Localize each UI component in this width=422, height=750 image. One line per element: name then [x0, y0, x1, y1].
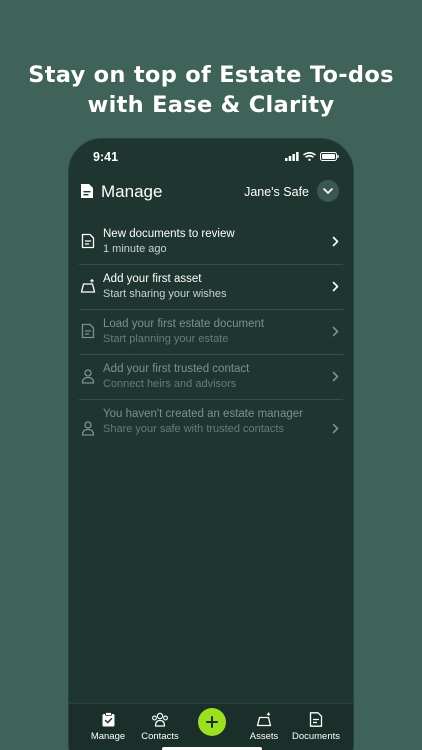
status-time: 9:41: [93, 150, 119, 164]
manage-document-icon: [80, 183, 94, 204]
asset-icon: [80, 279, 96, 293]
todo-subtitle: 1 minute ago: [103, 243, 167, 255]
headline: Stay on top of Estate To-dos with Ease &…: [0, 60, 422, 120]
document-icon: [309, 711, 323, 727]
todo-item-add-asset[interactable]: Add your first asset Start sharing your …: [79, 265, 343, 310]
todo-title: Load your first estate document: [103, 318, 265, 330]
plus-icon: [206, 716, 218, 728]
safe-selector-label[interactable]: Jane's Safe: [244, 185, 309, 199]
add-button[interactable]: [198, 708, 226, 736]
tab-contacts-label: Contacts: [141, 731, 179, 742]
tab-documents[interactable]: Documents: [288, 710, 344, 742]
asset-icon: [256, 712, 272, 726]
tab-assets-label: Assets: [249, 731, 279, 742]
todo-subtitle: Start planning your estate: [103, 333, 229, 345]
cellular-signal-icon: [285, 152, 299, 161]
todo-list: New documents to review 1 minute ago Add…: [69, 220, 353, 460]
chevron-down-icon: [323, 188, 333, 194]
tab-manage-label: Manage: [90, 731, 126, 742]
wifi-icon: [303, 152, 316, 161]
page-title: Manage: [101, 182, 163, 201]
todo-subtitle: Connect heirs and advisors: [103, 378, 237, 390]
todo-item-load-estate-document[interactable]: Load your first estate document Start pl…: [79, 310, 343, 355]
todo-item-estate-manager[interactable]: You haven't created an estate manager Sh…: [79, 400, 343, 460]
clipboard-check-icon: [102, 711, 114, 726]
status-icons: [285, 152, 339, 161]
contacts-icon: [152, 712, 168, 727]
todo-subtitle: Share your safe with trusted contacts: [103, 423, 284, 435]
tab-bar: Manage Contacts Assets Documents: [69, 703, 353, 750]
tab-contacts[interactable]: Contacts: [132, 710, 188, 742]
manage-header: Manage Jane's Safe: [69, 179, 353, 211]
todo-title: New documents to review: [103, 228, 235, 240]
battery-icon: [320, 152, 339, 161]
todo-title: Add your first asset: [103, 273, 202, 285]
headline-line-2: with Ease & Clarity: [87, 92, 335, 118]
chevron-right-icon: [332, 281, 339, 292]
chevron-right-icon: [332, 423, 339, 434]
person-icon: [81, 421, 95, 436]
phone-frame: 9:41 Manage Jane's Safe New documents to…: [68, 138, 354, 750]
status-bar: 9:41: [69, 139, 353, 175]
chevron-right-icon: [332, 326, 339, 337]
headline-line-1: Stay on top of Estate To-dos: [28, 62, 394, 88]
safe-selector-button[interactable]: [317, 180, 339, 202]
document-icon: [81, 323, 95, 339]
chevron-right-icon: [332, 371, 339, 382]
todo-item-review-documents[interactable]: New documents to review 1 minute ago: [79, 220, 343, 265]
tab-assets[interactable]: Assets: [236, 710, 292, 742]
todo-item-add-trusted-contact[interactable]: Add your first trusted contact Connect h…: [79, 355, 343, 400]
person-icon: [81, 369, 95, 384]
document-icon: [81, 233, 95, 249]
todo-title: Add your first trusted contact: [103, 363, 250, 375]
todo-title: You haven't created an estate manager: [103, 408, 303, 420]
tab-manage[interactable]: Manage: [80, 710, 136, 742]
chevron-right-icon: [332, 236, 339, 247]
tab-documents-label: Documents: [291, 731, 341, 742]
todo-subtitle: Start sharing your wishes: [103, 288, 227, 300]
